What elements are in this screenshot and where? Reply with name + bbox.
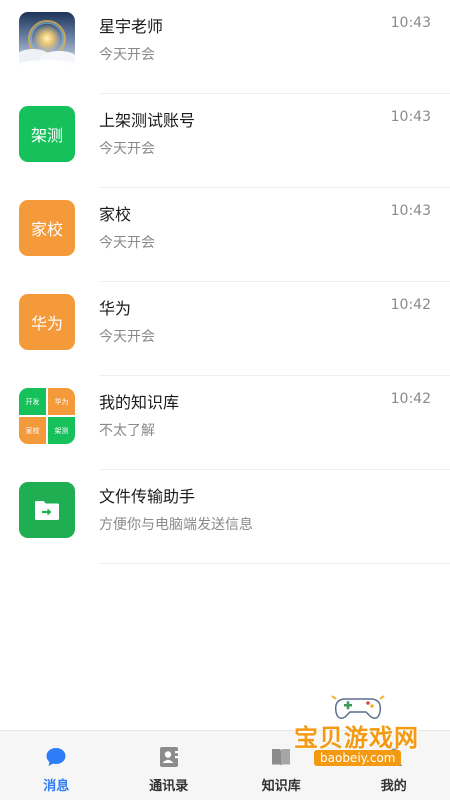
user-icon: [385, 748, 403, 766]
chat-item-knowledge-base[interactable]: 开发 华为 家校 架测 我的知识库 不太了解 10:42: [0, 376, 450, 470]
avatar: [19, 482, 75, 538]
chat-preview: 今天开会: [99, 141, 155, 157]
chat-time: 10:43: [390, 15, 431, 31]
gamepad-icon: [331, 695, 385, 719]
chat-name: 上架测试账号: [99, 111, 196, 130]
tab-me[interactable]: 我的: [338, 731, 450, 800]
group-avatar-cell: 开发: [19, 388, 46, 415]
tab-label: 通讯录: [149, 779, 189, 794]
avatar: [19, 12, 75, 68]
chat-name: 我的知识库: [99, 393, 180, 412]
chat-name: 文件传输助手: [99, 487, 196, 506]
contacts-icon: [159, 747, 179, 767]
chat-preview: 今天开会: [99, 329, 155, 345]
chat-item-home-school[interactable]: 家校 家校 今天开会 10:43: [0, 188, 450, 282]
chat-name: 华为: [99, 299, 132, 318]
chat-item-test-account[interactable]: 架测 上架测试账号 今天开会 10:43: [0, 94, 450, 188]
chat-name: 星宇老师: [99, 17, 164, 36]
avatar: 家校: [19, 200, 75, 256]
chat-item-file-transfer[interactable]: 文件传输助手 方便你与电脑端发送信息: [0, 470, 450, 564]
chat-preview: 今天开会: [99, 47, 155, 63]
avatar-text: 家校: [30, 220, 63, 239]
chat-preview: 方便你与电脑端发送信息: [99, 517, 253, 533]
avatar-text: 华为: [30, 314, 63, 333]
chat-time: 10:42: [390, 297, 431, 313]
chat-item-xingyu[interactable]: 星宇老师 今天开会 10:43: [0, 0, 450, 94]
group-avatar-cell: 架测: [48, 417, 75, 444]
chat-time: 10:42: [390, 391, 431, 407]
tab-messages[interactable]: 消息: [0, 731, 113, 800]
avatar: 架测: [19, 106, 75, 162]
chat-name: 家校: [99, 205, 132, 224]
chat-time: 10:43: [390, 109, 431, 125]
group-avatar-cell: 家校: [19, 417, 46, 444]
tab-contacts[interactable]: 通讯录: [113, 731, 226, 800]
book-icon: [272, 749, 291, 766]
tab-knowledge[interactable]: 知识库: [225, 731, 338, 800]
chat-time: 10:43: [390, 203, 431, 219]
avatar: 华为: [19, 294, 75, 350]
tab-label: 消息: [43, 779, 70, 794]
group-avatar-grid: 开发 华为 家校 架测: [19, 388, 75, 444]
chat-item-huawei[interactable]: 华为 华为 今天开会 10:42: [0, 282, 450, 376]
chat-bubble-icon: [46, 748, 66, 766]
folder-icon: [35, 500, 59, 520]
divider: [99, 563, 450, 564]
tab-label: 我的: [380, 779, 407, 794]
avatar-text: 架测: [30, 126, 63, 145]
chat-preview: 今天开会: [99, 235, 155, 251]
chat-preview: 不太了解: [99, 423, 155, 439]
bottom-tab-bar: 消息 通讯录 知识库 我的: [0, 730, 450, 800]
group-avatar-cell: 华为: [48, 388, 75, 415]
chat-list: 星宇老师 今天开会 10:43 架测 上架测试账号 今天开会 10:43 家校 …: [0, 0, 450, 564]
tab-label: 知识库: [261, 779, 301, 794]
sky-photo-icon: [19, 12, 75, 68]
avatar: 开发 华为 家校 架测: [19, 388, 75, 444]
